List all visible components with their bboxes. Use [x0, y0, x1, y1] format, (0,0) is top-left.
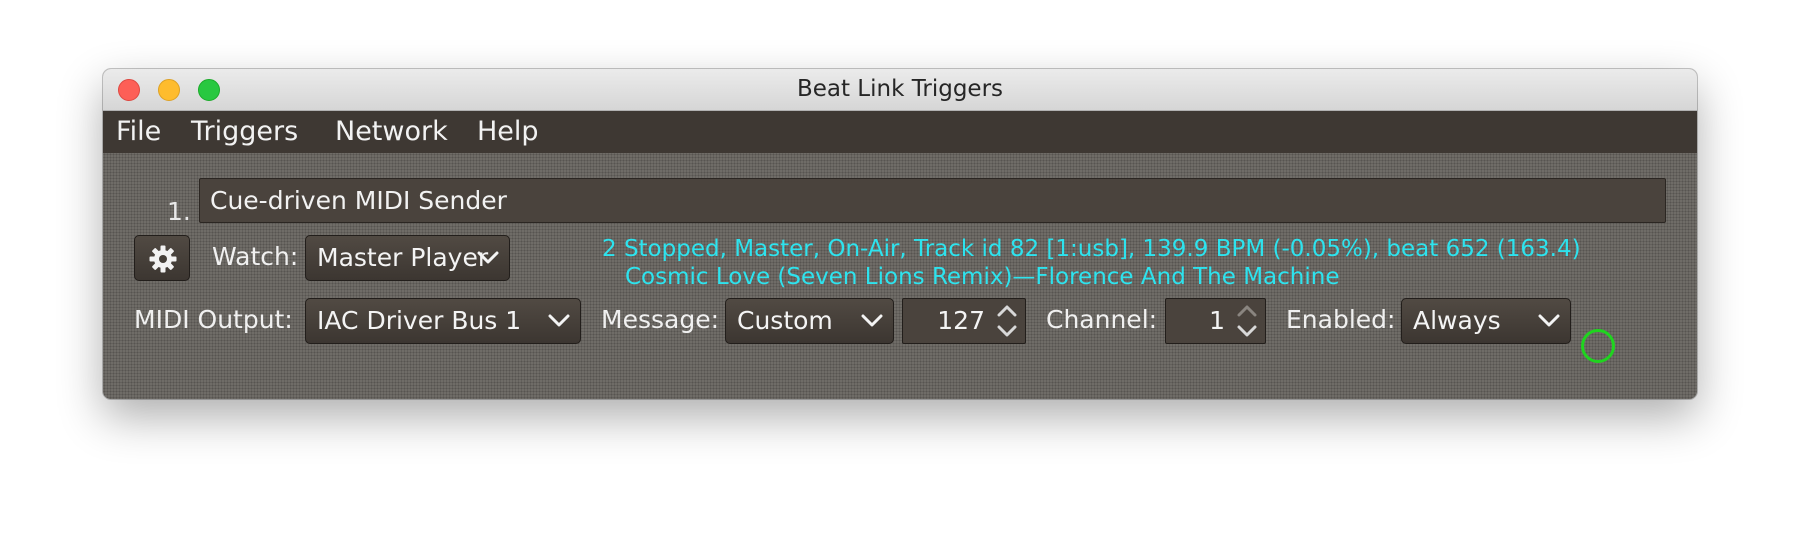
note-spinner[interactable]: 127	[902, 298, 1026, 344]
menu-bar: File Triggers Network Help	[103, 111, 1697, 153]
window-title: Beat Link Triggers	[796, 76, 1004, 102]
gear-icon	[149, 245, 177, 273]
app-window: Beat Link Triggers File Triggers Network…	[103, 69, 1697, 399]
trigger-row: 1. Watch: Master Player	[103, 153, 1697, 399]
menu-triggers[interactable]: Triggers	[191, 111, 298, 153]
chevron-down-icon	[477, 251, 499, 264]
enabled-select[interactable]: Always	[1401, 298, 1571, 344]
trigger-state-indicator	[1581, 329, 1615, 363]
menu-file[interactable]: File	[116, 111, 161, 153]
menu-help[interactable]: Help	[477, 111, 539, 153]
player-status-text: 2 Stopped, Master, On-Air, Track id 82 […	[602, 236, 1581, 262]
note-spinner-value: 127	[937, 306, 985, 335]
watch-select[interactable]: Master Player	[305, 235, 510, 281]
chevron-down-icon	[548, 314, 570, 327]
enabled-label: Enabled:	[1286, 305, 1396, 334]
trigger-comment-field[interactable]	[199, 178, 1666, 223]
track-info-text: Cosmic Love (Seven Lions Remix)—Florence…	[625, 264, 1340, 290]
watch-label: Watch:	[212, 242, 299, 271]
channel-spinner-value: 1	[1209, 306, 1225, 335]
enabled-select-value: Always	[1413, 306, 1501, 335]
menu-network[interactable]: Network	[335, 111, 448, 153]
trigger-index: 1.	[167, 197, 191, 226]
midi-output-label: MIDI Output:	[134, 305, 293, 334]
trigger-settings-button[interactable]	[134, 235, 190, 281]
chevron-down-icon	[861, 314, 883, 327]
channel-label: Channel:	[1046, 305, 1158, 334]
spinner-arrows-icon[interactable]	[995, 303, 1019, 339]
midi-output-select-value: IAC Driver Bus 1	[317, 306, 522, 335]
watch-select-value: Master Player	[317, 243, 489, 272]
message-select-value: Custom	[737, 306, 833, 335]
message-label: Message:	[601, 305, 719, 334]
title-bar[interactable]: Beat Link Triggers	[103, 69, 1697, 111]
midi-output-select[interactable]: IAC Driver Bus 1	[305, 298, 581, 344]
chevron-down-icon	[1538, 314, 1560, 327]
spinner-arrows-icon[interactable]	[1235, 303, 1259, 339]
message-select[interactable]: Custom	[725, 298, 894, 344]
channel-spinner[interactable]: 1	[1165, 298, 1266, 344]
